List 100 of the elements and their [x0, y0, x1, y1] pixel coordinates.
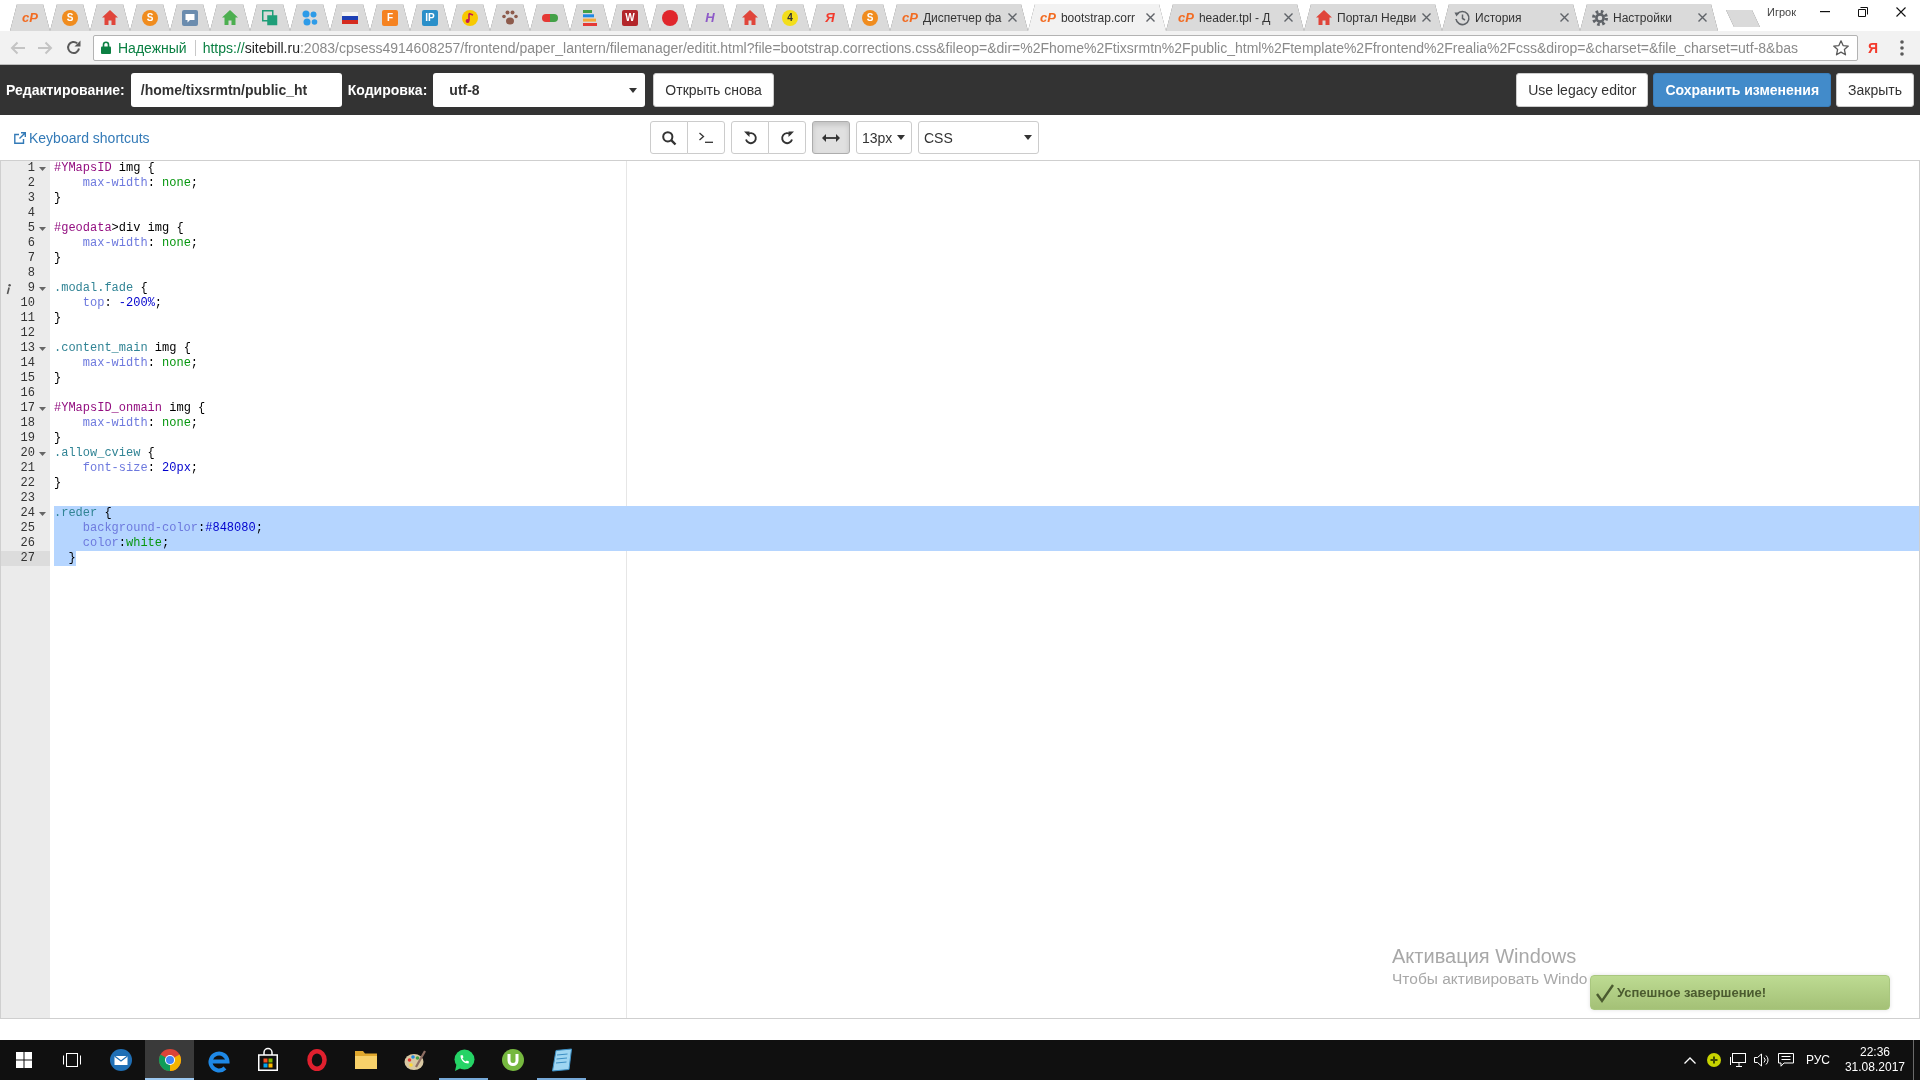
pinned-tab[interactable]: W: [610, 4, 650, 31]
line-number: 13: [19, 341, 35, 356]
code-line: font-size: 20px;: [81, 461, 199, 476]
code-line: }: [54, 476, 62, 491]
favicon-logo: 4: [782, 9, 798, 26]
code-line: }: [54, 311, 62, 326]
favicon-logo: S: [142, 9, 158, 26]
code-line: .modal.fade {: [54, 281, 148, 296]
browser-tab[interactable]: Настройки: [1580, 4, 1718, 31]
pinned-tab[interactable]: [450, 4, 490, 31]
path-field[interactable]: /home/tixsrmtn/public_ht: [130, 73, 342, 107]
favicon-logo: cP: [22, 9, 38, 26]
line-number: 27: [1, 551, 50, 566]
chevron-up-icon[interactable]: [1683, 1056, 1696, 1064]
volume-icon[interactable]: [1753, 1053, 1770, 1067]
ring-icon[interactable]: [306, 1049, 327, 1071]
address-field[interactable]: [93, 34, 1858, 61]
windows-logo-icon[interactable]: [16, 1052, 32, 1068]
line-number: 23: [19, 491, 36, 506]
line-number: 11: [19, 311, 36, 326]
shopping-bag-icon[interactable]: [257, 1049, 278, 1071]
code-line: }: [54, 191, 62, 206]
plus-circle-icon[interactable]: [1706, 1053, 1721, 1067]
browser-tab[interactable]: cP header.tpl - Д: [1166, 4, 1304, 31]
favicon-logo: F: [382, 9, 398, 26]
close-icon[interactable]: [1896, 7, 1906, 17]
line-number: 7: [26, 251, 36, 266]
pinned-tab[interactable]: IP: [410, 4, 450, 31]
pinned-tab[interactable]: [730, 4, 770, 31]
minimize-icon[interactable]: [1820, 11, 1830, 13]
action-button[interactable]: Закрыть: [1836, 73, 1914, 107]
code-line: }: [54, 251, 62, 266]
notification-icon[interactable]: [1777, 1053, 1794, 1067]
language-indicator[interactable]: РУС: [1805, 1053, 1830, 1067]
palette-icon[interactable]: [403, 1049, 426, 1071]
fold-arrow-icon[interactable]: [39, 346, 46, 351]
favicon-logo: cP: [1178, 9, 1194, 26]
primary-button[interactable]: Сохранить изменения: [1653, 73, 1832, 107]
code-line: #YMapsID_onmain img {: [54, 401, 206, 416]
pinned-tab[interactable]: [90, 4, 130, 31]
clock-date[interactable]: 31.08.2017: [1844, 1060, 1905, 1075]
fold-arrow-icon[interactable]: [39, 511, 46, 516]
caret-icon: [1024, 135, 1032, 140]
browser-tab[interactable]: История: [1442, 4, 1580, 31]
clock-time[interactable]: 22:36: [1859, 1045, 1890, 1060]
code-line: max-width: none;: [81, 416, 199, 431]
encoding-select[interactable]: utf-8: [433, 73, 646, 107]
restore-icon[interactable]: [1858, 7, 1868, 17]
pinned-tab[interactable]: [650, 4, 690, 31]
redo-button[interactable]: [768, 121, 806, 154]
action-button[interactable]: Use legacy editor: [1516, 73, 1649, 107]
search-button[interactable]: [650, 121, 688, 154]
action-button[interactable]: Открыть снова: [653, 73, 774, 107]
line-number: 8: [26, 266, 36, 281]
terminal-icon: [699, 132, 713, 143]
fold-arrow-icon[interactable]: [39, 406, 46, 411]
mail-icon[interactable]: [108, 1048, 133, 1072]
reload-icon[interactable]: [65, 40, 81, 55]
pinned-tab[interactable]: [490, 4, 530, 31]
task-view-icon[interactable]: [63, 1053, 81, 1067]
profile-name[interactable]: Игрок: [1767, 6, 1796, 18]
star-icon[interactable]: [1833, 39, 1849, 56]
fold-arrow-icon[interactable]: [39, 451, 46, 456]
fold-arrow-icon[interactable]: [39, 286, 46, 291]
circle-logo-icon[interactable]: [501, 1049, 524, 1071]
mode-select[interactable]: CSS: [918, 121, 1039, 154]
security-label: Надежный: [118, 39, 187, 56]
browser-tab[interactable]: cP Диспетчер фа: [890, 4, 1028, 31]
pinned-tab[interactable]: [570, 4, 610, 31]
code-line: max-width: none;: [81, 236, 199, 251]
taskbar-button[interactable]: [145, 1040, 194, 1080]
fold-arrow-icon[interactable]: [39, 166, 46, 171]
line-number: 15: [19, 371, 36, 386]
check-icon: [1596, 983, 1614, 1002]
pinned-tab[interactable]: [330, 4, 370, 31]
pinned-tab[interactable]: [530, 4, 570, 31]
line-number: 4: [26, 206, 36, 221]
network-icon[interactable]: [1729, 1053, 1746, 1067]
line-number: 26: [19, 536, 36, 551]
flag-icon: [342, 11, 358, 24]
shortcuts-link[interactable]: Keyboard shortcuts: [14, 129, 150, 146]
browser-icon[interactable]: [157, 1048, 182, 1072]
double-arrow-icon: [822, 133, 840, 142]
line-number: 14: [19, 356, 36, 371]
notepad-icon[interactable]: [551, 1049, 572, 1071]
fold-arrow-icon[interactable]: [39, 226, 46, 231]
folder-icon[interactable]: [354, 1051, 377, 1069]
pinned-tab[interactable]: 4: [770, 4, 810, 31]
menu-icon[interactable]: [1900, 39, 1904, 56]
undo-button[interactable]: [731, 121, 769, 154]
browser-e-icon[interactable]: [207, 1049, 230, 1071]
browser-tab[interactable]: Портал Недви: [1304, 4, 1442, 31]
line-number: 2: [26, 176, 36, 191]
phone-bubble-icon[interactable]: [452, 1049, 475, 1071]
favicon-logo: IP: [422, 9, 438, 26]
browser-tab[interactable]: cP bootstrap.corr: [1028, 4, 1166, 31]
font-size-select[interactable]: 13px: [856, 121, 912, 154]
line-number: 20: [19, 446, 35, 461]
wrap-button[interactable]: [812, 121, 850, 154]
url-text: https://sitebill.ru:2083/cpsess4914608257/frontend/paper_lantern/filemanager/editit.html?file=bootstrap.corrections.css&fileop=&dir=%2Fhome%2Ftixsrmtn%2Fpublic_html%2Ftemplate%2Ffrontend%2Frealia%2Fcss&dirop=&charset=&file_charset=utf-8&bas: [202, 39, 1799, 56]
